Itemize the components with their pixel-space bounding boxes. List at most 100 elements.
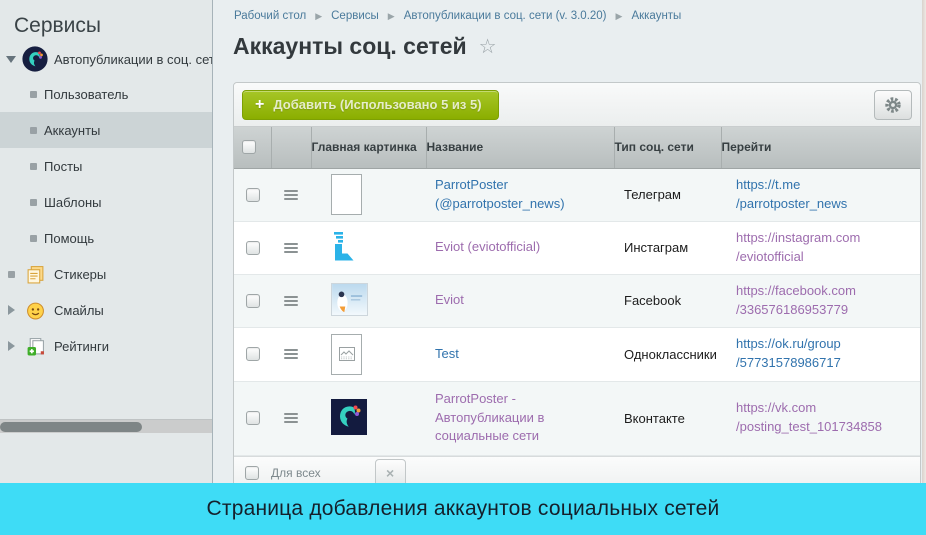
- table-row: ParrotPoster - Автопубликации в социальн…: [234, 381, 920, 455]
- accounts-grid-panel: + Добавить (Использовано 5 из 5) Главн: [233, 82, 921, 491]
- sidebar-tree: Автопубликации в соц. сети Пользователь …: [0, 42, 212, 364]
- chevron-right-icon[interactable]: [0, 341, 22, 351]
- column-header-type[interactable]: Тип соц. сети: [614, 127, 721, 168]
- sidebar-item-label: Рейтинги: [54, 339, 109, 354]
- parrotposter-app-icon: [22, 46, 48, 72]
- parrotposter-logo-thumbnail: [331, 399, 367, 435]
- table-row: Eviot Facebook https://facebook.com /336…: [234, 274, 920, 327]
- caption-text: Страница добавления аккаунтов социальных…: [207, 497, 720, 521]
- window-edge: [922, 0, 926, 483]
- social-type: Facebook: [624, 293, 681, 308]
- caption-bar: Страница добавления аккаунтов социальных…: [0, 483, 926, 535]
- breadcrumb-arrow-icon: ▶: [388, 11, 395, 22]
- bullet-icon: [22, 235, 44, 242]
- column-header-name[interactable]: Название: [426, 127, 614, 168]
- ratings-icon: [22, 333, 48, 359]
- row-checkbox[interactable]: [246, 294, 260, 308]
- bullet-icon: [22, 199, 44, 206]
- table-row: ParrotPoster (@parrotposter_news) Телегр…: [234, 168, 920, 221]
- social-type: Одноклассники: [624, 347, 717, 362]
- sidebar-item-label: Аккаунты: [44, 123, 100, 138]
- page-title: Аккаунты соц. сетей: [233, 33, 467, 60]
- sidebar-item-help[interactable]: Помощь: [0, 220, 212, 256]
- select-all-header: [234, 127, 271, 168]
- bullet-icon: [0, 271, 22, 278]
- drag-handle-icon[interactable]: [284, 296, 298, 306]
- drag-handle-icon[interactable]: [284, 190, 298, 200]
- breadcrumb-desktop[interactable]: Рабочий стол: [234, 10, 306, 22]
- drag-handle-icon[interactable]: [284, 243, 298, 253]
- row-checkbox[interactable]: [246, 411, 260, 425]
- bullet-icon: [22, 163, 44, 170]
- account-url-link[interactable]: https://ok.ru/group /57731578986717: [736, 336, 841, 370]
- column-header-go[interactable]: Перейти: [721, 127, 920, 168]
- sidebar: Сервисы Автопубликации в соц. сети Польз…: [0, 0, 213, 535]
- account-name-link[interactable]: Eviot (eviotofficial): [435, 239, 540, 254]
- plus-icon: +: [255, 97, 264, 113]
- drag-handle-icon[interactable]: [284, 413, 298, 423]
- sidebar-item-accounts[interactable]: Аккаунты: [0, 112, 212, 148]
- account-name-link[interactable]: ParrotPoster (@parrotposter_news): [435, 177, 565, 211]
- social-type: Вконтакте: [624, 411, 685, 426]
- table-header-row: Главная картинка Название Тип соц. сети …: [234, 127, 920, 168]
- grid-toolbar: + Добавить (Использовано 5 из 5): [234, 83, 920, 127]
- social-type: Инстаграм: [624, 240, 688, 255]
- chevron-right-icon[interactable]: [0, 305, 22, 315]
- table-row: Test Одноклассники https://ok.ru/group /…: [234, 327, 920, 381]
- row-checkbox[interactable]: [246, 347, 260, 361]
- sidebar-item-posts[interactable]: Посты: [0, 148, 212, 184]
- account-url-link[interactable]: https://t.me /parrotposter_news: [736, 177, 847, 211]
- row-checkbox[interactable]: [246, 188, 260, 202]
- table-row: Eviot (eviotofficial) Инстаграм https://…: [234, 221, 920, 274]
- breadcrumb-services[interactable]: Сервисы: [331, 10, 379, 22]
- account-name-link[interactable]: Test: [435, 346, 459, 361]
- sidebar-title: Сервисы: [0, 0, 212, 38]
- sidebar-item-label: Автопубликации в соц. сети: [54, 52, 212, 67]
- broken-image-placeholder: [331, 334, 362, 375]
- grid-settings-button[interactable]: [874, 90, 912, 120]
- sidebar-item-ratings[interactable]: Рейтинги: [0, 328, 212, 364]
- main-content: Рабочий стол ▶ Сервисы ▶ Автопубликации …: [214, 0, 926, 535]
- account-url-link[interactable]: https://facebook.com /336576186953779: [736, 283, 856, 317]
- close-icon: ×: [386, 465, 394, 481]
- stickers-icon: [22, 261, 48, 287]
- accounts-table: Главная картинка Название Тип соц. сети …: [234, 127, 920, 456]
- sidebar-item-autoposting[interactable]: Автопубликации в соц. сети: [0, 42, 212, 76]
- breadcrumb-arrow-icon: ▶: [616, 11, 623, 22]
- account-url-link[interactable]: https://vk.com /posting_test_101734858: [736, 400, 882, 434]
- photo-thumbnail: [331, 283, 368, 316]
- sidebar-item-templates[interactable]: Шаблоны: [0, 184, 212, 220]
- favorite-star-icon[interactable]: ☆: [479, 34, 497, 59]
- gear-icon: [883, 95, 903, 115]
- social-type: Телеграм: [624, 187, 681, 202]
- for-all-label: Для всех: [271, 466, 321, 480]
- sidebar-item-label: Шаблоны: [44, 195, 102, 210]
- drag-column-header: [271, 127, 311, 168]
- add-account-button[interactable]: + Добавить (Использовано 5 из 5): [242, 90, 499, 120]
- smiley-icon: [22, 297, 48, 323]
- account-name-link[interactable]: ParrotPoster - Автопубликации в социальн…: [435, 391, 544, 444]
- breadcrumb-module[interactable]: Автопубликации в соц. сети (v. 3.0.20): [404, 10, 607, 22]
- sidebar-item-label: Стикеры: [54, 267, 106, 282]
- breadcrumb-accounts[interactable]: Аккаунты: [631, 10, 681, 22]
- row-checkbox[interactable]: [246, 241, 260, 255]
- bullet-icon: [22, 127, 44, 134]
- account-name-link[interactable]: Eviot: [435, 292, 464, 307]
- drag-handle-icon[interactable]: [284, 349, 298, 359]
- sidebar-item-user[interactable]: Пользователь: [0, 76, 212, 112]
- chevron-down-icon[interactable]: [0, 56, 22, 63]
- footer-checkbox[interactable]: [245, 466, 259, 480]
- sidebar-item-label: Смайлы: [54, 303, 104, 318]
- select-all-checkbox[interactable]: [242, 140, 256, 154]
- column-header-image[interactable]: Главная картинка: [311, 127, 426, 168]
- sidebar-item-label: Помощь: [44, 231, 94, 246]
- scrollbar-thumb[interactable]: [0, 422, 142, 432]
- sidebar-horizontal-scrollbar[interactable]: [0, 419, 213, 433]
- account-url-link[interactable]: https://instagram.com /eviotofficial: [736, 230, 860, 264]
- sidebar-item-label: Пользователь: [44, 87, 128, 102]
- add-button-label: Добавить (Использовано 5 из 5): [273, 97, 481, 112]
- sidebar-item-stickers[interactable]: Стикеры: [0, 256, 212, 292]
- bullet-icon: [22, 91, 44, 98]
- eviot-logo-thumbnail: [331, 231, 359, 261]
- sidebar-item-smileys[interactable]: Смайлы: [0, 292, 212, 328]
